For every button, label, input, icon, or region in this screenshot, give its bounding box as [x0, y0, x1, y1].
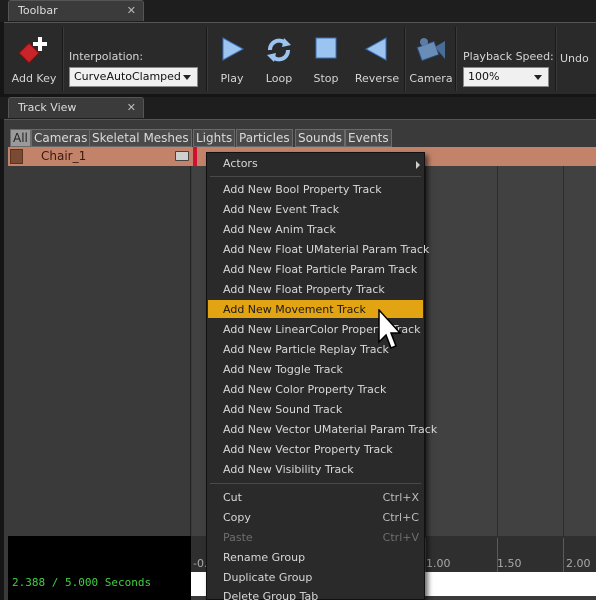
chevron-right-icon [416, 161, 420, 169]
ruler-tick [563, 538, 564, 572]
menu-item-duplicate-group[interactable]: Duplicate Group [208, 568, 423, 586]
stop-button[interactable]: Stop [306, 23, 346, 95]
time-cursor-marker[interactable] [193, 147, 197, 166]
menu-item-label: Delete Group Tab [223, 590, 319, 600]
menu-item-delete-group-tab[interactable]: Delete Group Tab [208, 587, 423, 600]
grid-line [497, 166, 498, 536]
loop-label: Loop [265, 72, 293, 85]
filter-tab-particles[interactable]: Particles [236, 129, 293, 147]
ruler-tick-label: 2.00 [566, 557, 591, 570]
close-icon[interactable]: ✕ [127, 101, 136, 114]
playback-speed-dropdown[interactable]: 100% [463, 67, 549, 87]
menu-item-paste: Paste Ctrl+V [208, 528, 423, 546]
add-key-icon [18, 37, 47, 64]
mouse-cursor-icon [378, 309, 402, 349]
group-name: Chair_1 [41, 149, 87, 163]
reverse-label: Reverse [354, 72, 400, 85]
menu-item-add-event-track[interactable]: Add New Event Track [208, 200, 423, 218]
menu-item-label: Actors [223, 157, 258, 170]
toolbar-divider [555, 27, 557, 91]
interpolation-label: Interpolation: [69, 50, 144, 63]
play-label: Play [220, 72, 244, 85]
menu-item-add-toggle-track[interactable]: Add New Toggle Track [208, 360, 423, 378]
toolbar: Add Key Interpolation: CurveAutoClamped … [4, 22, 596, 94]
undo-label: Undo [560, 52, 589, 65]
menu-item-add-color-property-track[interactable]: Add New Color Property Track [208, 380, 423, 398]
add-key-button[interactable]: Add Key [8, 23, 60, 95]
folder-icon[interactable] [175, 151, 189, 161]
menu-separator [210, 176, 421, 177]
add-key-label: Add Key [11, 72, 57, 85]
camera-label: Camera [409, 72, 453, 85]
toolbar-divider [62, 27, 64, 91]
menu-item-label: Paste [223, 531, 253, 544]
undo-button[interactable]: Undo [560, 23, 596, 95]
menu-shortcut: Ctrl+V [382, 531, 419, 544]
tab-track-view-label: Track View [18, 101, 77, 114]
menu-item-add-float-property-track[interactable]: Add New Float Property Track [208, 280, 423, 298]
loop-button[interactable]: Loop [258, 23, 300, 95]
camera-button[interactable]: Camera [408, 23, 454, 95]
menu-separator [210, 483, 421, 484]
menu-item-add-vector-umaterial-param-track[interactable]: Add New Vector UMaterial Param Track [208, 420, 437, 438]
playback-speed-label: Playback Speed: [463, 50, 554, 63]
grid-line [563, 166, 564, 536]
filter-tab-lights[interactable]: Lights [193, 129, 236, 147]
menu-shortcut: Ctrl+X [382, 491, 419, 504]
filter-tab-sounds[interactable]: Sounds [295, 129, 346, 147]
menu-item-add-float-umaterial-param-track[interactable]: Add New Float UMaterial Param Track [208, 240, 429, 258]
menu-item-add-float-particle-param-track[interactable]: Add New Float Particle Param Track [208, 260, 423, 278]
reverse-button[interactable]: Reverse [352, 23, 402, 95]
stop-label: Stop [313, 72, 339, 85]
menu-item-label: Cut [223, 491, 242, 504]
loop-icon [267, 38, 291, 62]
track-list-pane [8, 166, 191, 536]
grid-line [425, 166, 426, 536]
menu-item-cut[interactable]: Cut Ctrl+X [208, 488, 423, 506]
chevron-down-icon [534, 75, 542, 80]
filter-tab-all[interactable]: All [10, 129, 31, 147]
tab-track-view[interactable]: Track View ✕ [8, 97, 144, 118]
filter-tab-cameras[interactable]: Cameras [31, 129, 91, 147]
filter-tab-skeletal-meshes[interactable]: Skeletal Meshes [89, 129, 192, 147]
camera-icon [416, 38, 445, 62]
menu-item-add-bool-property-track[interactable]: Add New Bool Property Track [208, 180, 423, 198]
menu-shortcut: Ctrl+C [382, 511, 419, 524]
group-color-swatch [10, 149, 23, 164]
filter-tab-events[interactable]: Events [345, 129, 392, 147]
menu-item-copy[interactable]: Copy Ctrl+C [208, 508, 423, 526]
interpolation-dropdown[interactable]: CurveAutoClamped [69, 67, 198, 87]
close-icon[interactable]: ✕ [127, 4, 136, 17]
menu-item-label: Duplicate Group [223, 571, 313, 584]
menu-item-label: Rename Group [223, 551, 306, 564]
ruler-tick-label: 1.00 [426, 557, 451, 570]
menu-item-add-anim-track[interactable]: Add New Anim Track [208, 220, 423, 238]
menu-item-actors[interactable]: Actors [208, 154, 423, 172]
menu-item-add-visibility-track[interactable]: Add New Visibility Track [208, 460, 423, 478]
time-readout: 2.388 / 5.000 Seconds [12, 576, 152, 589]
toolbar-divider [206, 27, 208, 91]
menu-item-rename-group[interactable]: Rename Group [208, 548, 423, 566]
chevron-down-icon [183, 75, 191, 80]
tab-toolbar-label: Toolbar [18, 4, 58, 17]
menu-item-add-vector-property-track[interactable]: Add New Vector Property Track [208, 440, 423, 458]
toolbar-divider [404, 27, 406, 91]
menu-item-add-sound-track[interactable]: Add New Sound Track [208, 400, 423, 418]
menu-item-label: Copy [223, 511, 251, 524]
tab-toolbar[interactable]: Toolbar ✕ [8, 0, 144, 21]
stop-icon [315, 37, 337, 59]
reverse-icon [364, 37, 387, 61]
time-readout-box [8, 536, 191, 600]
play-icon [222, 37, 245, 61]
playback-speed-value: 100% [468, 70, 500, 83]
interpolation-value: CurveAutoClamped [74, 70, 181, 83]
play-button[interactable]: Play [212, 23, 252, 95]
ruler-tick-label: 1.50 [497, 557, 522, 570]
toolbar-divider [455, 27, 457, 91]
